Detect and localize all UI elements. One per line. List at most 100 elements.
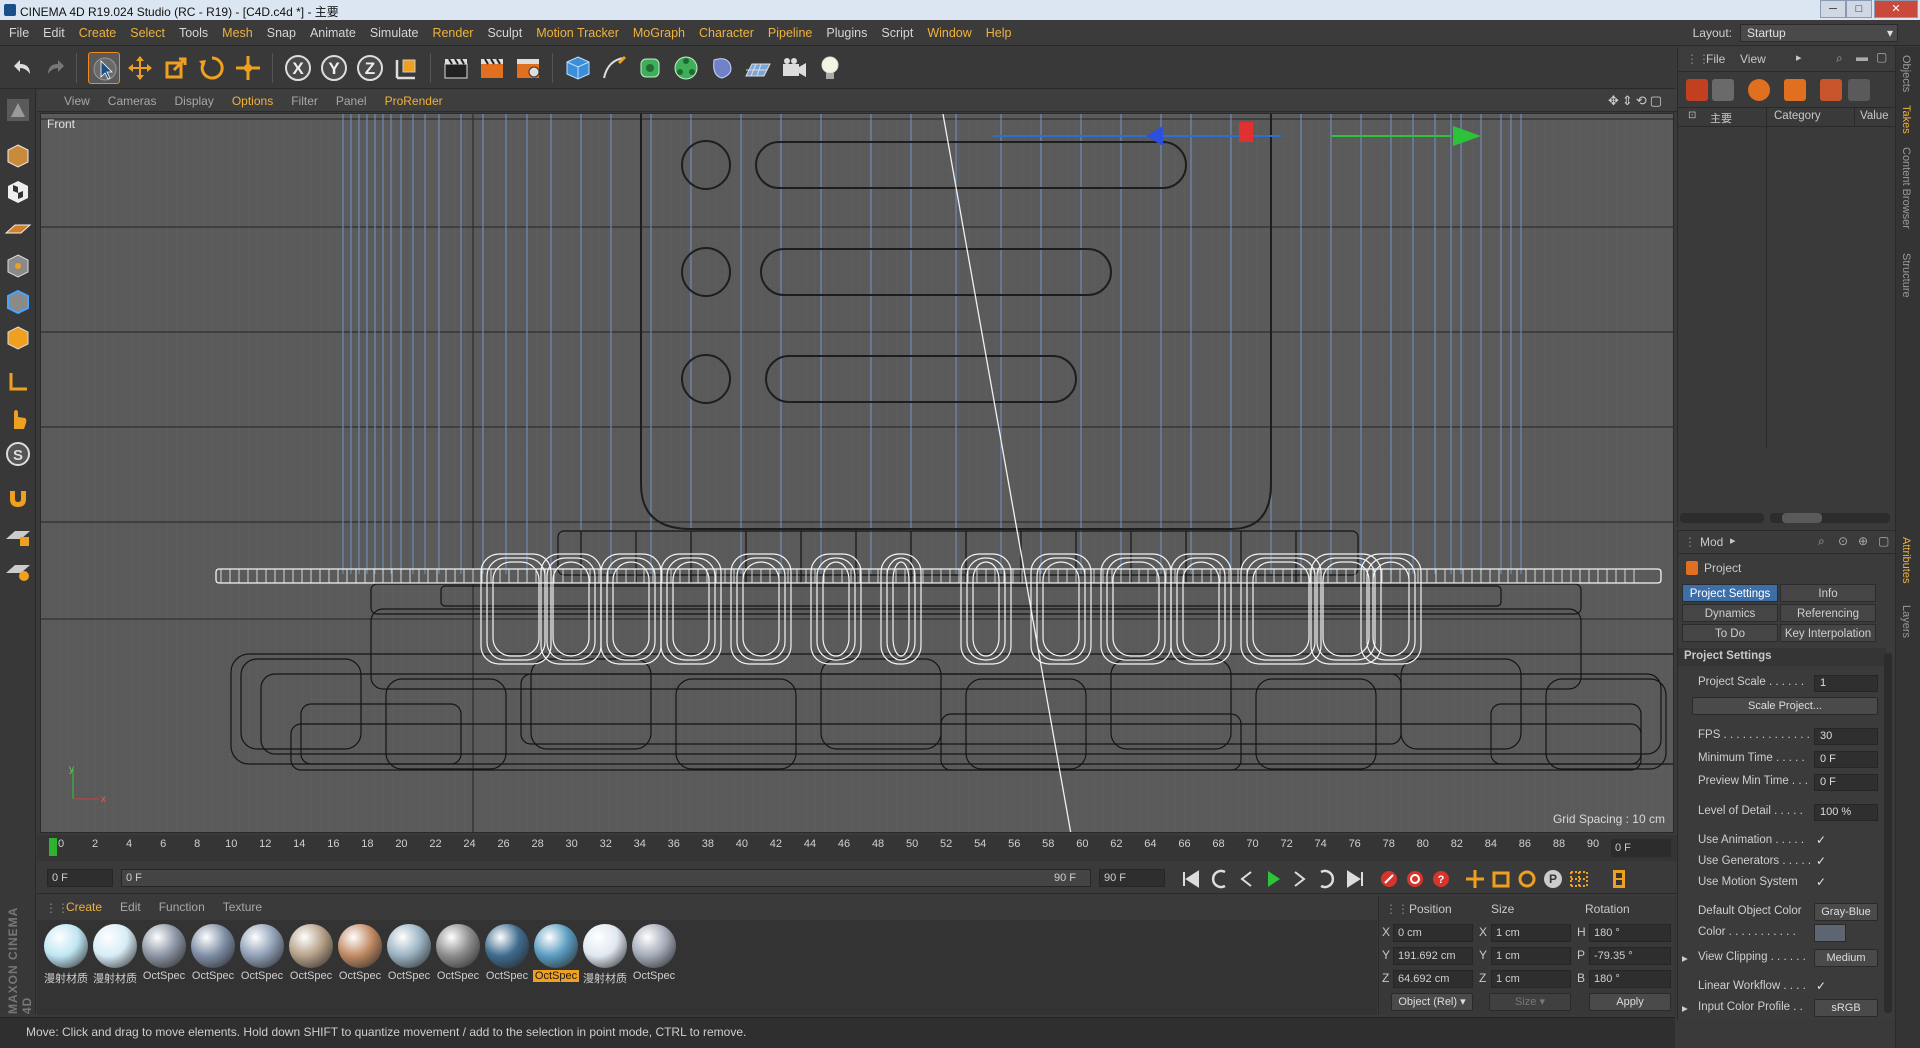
add-nurbs-button[interactable] bbox=[634, 52, 666, 84]
render-picture-viewer-button[interactable] bbox=[476, 52, 508, 84]
points-mode-button[interactable] bbox=[3, 251, 33, 281]
fps-field[interactable]: 30 bbox=[1814, 728, 1878, 745]
preview-range-slider[interactable]: 0 F 90 F bbox=[121, 869, 1091, 887]
expand-arrow-icon[interactable]: ▸ bbox=[1682, 951, 1688, 965]
coordinate-system-button[interactable] bbox=[390, 52, 422, 84]
polygons-mode-button[interactable] bbox=[3, 323, 33, 353]
material-swatch[interactable]: 漫射材质 bbox=[43, 924, 89, 988]
rot-h-field[interactable]: 180 ° bbox=[1589, 924, 1671, 942]
menu-animate[interactable]: Animate bbox=[303, 20, 363, 46]
objmgr-menu-view[interactable]: View bbox=[1740, 52, 1766, 66]
menu-edit[interactable]: Edit bbox=[36, 20, 72, 46]
expand-arrow-icon[interactable]: ▸ bbox=[1682, 1001, 1688, 1015]
add-floor-button[interactable] bbox=[742, 52, 774, 84]
material-swatch[interactable]: OctSpec bbox=[484, 924, 530, 988]
coordinate-mode-dropdown[interactable]: Object (Rel) ▾ bbox=[1391, 993, 1473, 1011]
viewport-menu-cameras[interactable]: Cameras bbox=[99, 90, 166, 112]
menu-motion-tracker[interactable]: Motion Tracker bbox=[529, 20, 626, 46]
menu-character[interactable]: Character bbox=[692, 20, 761, 46]
material-swatch[interactable]: OctSpec bbox=[190, 924, 236, 988]
autokey-button[interactable] bbox=[1403, 868, 1427, 890]
chevron-right-icon[interactable]: ▸ bbox=[1730, 534, 1736, 547]
search-icon[interactable]: ⌕ bbox=[1818, 534, 1825, 549]
end-frame-field[interactable]: 90 F bbox=[1099, 869, 1165, 887]
add-deformer-button[interactable] bbox=[706, 52, 738, 84]
objmgr-menu-file[interactable]: File bbox=[1706, 52, 1725, 66]
menu-simulate[interactable]: Simulate bbox=[363, 20, 426, 46]
next-key-button[interactable] bbox=[1313, 868, 1337, 890]
take-override-icon[interactable] bbox=[1686, 79, 1708, 101]
pos-y-field[interactable]: 191.692 cm bbox=[1393, 947, 1473, 965]
render-settings-button[interactable] bbox=[512, 52, 544, 84]
scrollbar-left[interactable] bbox=[1680, 513, 1764, 523]
apply-button[interactable]: Apply bbox=[1589, 993, 1671, 1011]
menu-mograph[interactable]: MoGraph bbox=[626, 20, 692, 46]
project-scale-field[interactable]: 1 bbox=[1814, 675, 1878, 692]
viewport-nav-icons[interactable]: ✥⇕⟲▢ bbox=[1608, 93, 1665, 109]
viewport-menu-options[interactable]: Options bbox=[223, 90, 282, 112]
lock-y-axis-button[interactable]: Y bbox=[318, 52, 350, 84]
go-to-end-button[interactable] bbox=[1343, 868, 1367, 890]
chevron-right-icon[interactable]: ▸ bbox=[1796, 51, 1802, 64]
record-rotation-button[interactable] bbox=[1515, 868, 1539, 890]
scale-project-button[interactable]: Scale Project... bbox=[1692, 697, 1878, 715]
material-menu-create[interactable]: Create bbox=[57, 896, 111, 918]
lock-z-axis-button[interactable]: Z bbox=[354, 52, 386, 84]
take-lock-icon[interactable] bbox=[1784, 79, 1806, 101]
material-swatch[interactable]: 漫射材质 bbox=[92, 924, 138, 988]
model-mode-button[interactable] bbox=[3, 141, 33, 171]
pos-x-field[interactable]: 0 cm bbox=[1393, 924, 1473, 942]
size-x-field[interactable]: 1 cm bbox=[1491, 924, 1571, 942]
record-pla-button[interactable] bbox=[1567, 868, 1591, 890]
size-mode-dropdown[interactable]: Size ▾ bbox=[1489, 993, 1571, 1011]
viewport-menu-filter[interactable]: Filter bbox=[282, 90, 327, 112]
attr-mode-menu[interactable]: Mod bbox=[1700, 535, 1723, 549]
add-cube-button[interactable] bbox=[562, 52, 594, 84]
default-object-color-dropdown[interactable]: Gray-Blue bbox=[1814, 903, 1878, 921]
new-panel-icon[interactable]: ⊕ bbox=[1858, 534, 1868, 548]
size-z-field[interactable]: 1 cm bbox=[1491, 970, 1571, 988]
start-frame-field[interactable]: 0 F bbox=[47, 869, 113, 887]
viewport-front[interactable]: Front y x Grid Spacing : 10 cm bbox=[40, 113, 1674, 833]
workplane-lock-button[interactable] bbox=[3, 521, 33, 551]
menu-pipeline[interactable]: Pipeline bbox=[761, 20, 819, 46]
use-animation-checkbox[interactable]: ✓ bbox=[1816, 833, 1826, 847]
viewport-menu-view[interactable]: View bbox=[55, 90, 99, 112]
go-to-start-button[interactable] bbox=[1179, 868, 1203, 890]
make-editable-button[interactable] bbox=[3, 95, 33, 125]
pos-z-field[interactable]: 64.692 cm bbox=[1393, 970, 1473, 988]
use-generators-checkbox[interactable]: ✓ bbox=[1816, 854, 1826, 868]
material-swatch[interactable]: OctSpec bbox=[141, 924, 187, 988]
snapping-button[interactable] bbox=[3, 483, 33, 513]
menu-window[interactable]: Window bbox=[920, 20, 978, 46]
size-y-field[interactable]: 1 cm bbox=[1491, 947, 1571, 965]
take-record-icon[interactable] bbox=[1748, 79, 1770, 101]
menu-help[interactable]: Help bbox=[979, 20, 1019, 46]
rotate-tool-button[interactable] bbox=[196, 52, 228, 84]
timeline-ruler[interactable]: 0 2 4 6 8 10 12 14 16 18 20 22 24 26 28 30 32 34 36 38 40 42 4… bbox=[37, 835, 1677, 861]
linear-workflow-checkbox[interactable]: ✓ bbox=[1816, 979, 1826, 993]
side-tab-takes[interactable]: Takes bbox=[1900, 105, 1912, 134]
lock-icon[interactable]: ⊙ bbox=[1838, 534, 1848, 548]
menu-sculpt[interactable]: Sculpt bbox=[480, 20, 529, 46]
play-button[interactable] bbox=[1261, 868, 1285, 890]
add-spline-button[interactable] bbox=[598, 52, 630, 84]
previous-key-button[interactable] bbox=[1209, 868, 1233, 890]
menu-mesh[interactable]: Mesh bbox=[215, 20, 260, 46]
maximize-button[interactable]: □ bbox=[1846, 0, 1872, 18]
lock-x-axis-button[interactable]: X bbox=[282, 52, 314, 84]
search-icon[interactable]: ⌕ bbox=[1836, 51, 1843, 66]
scrollbar-right[interactable] bbox=[1770, 513, 1890, 523]
tab-info[interactable]: Info bbox=[1780, 584, 1876, 602]
layout-select[interactable]: Startup ▾ bbox=[1740, 24, 1898, 42]
viewport-menu-display[interactable]: Display bbox=[165, 90, 222, 112]
input-color-profile-dropdown[interactable]: sRGB bbox=[1814, 999, 1878, 1017]
view-clipping-dropdown[interactable]: Medium bbox=[1814, 949, 1878, 967]
level-of-detail-field[interactable]: 100 % bbox=[1814, 804, 1878, 821]
menu-snap[interactable]: Snap bbox=[260, 20, 303, 46]
take-new-icon[interactable] bbox=[1712, 79, 1734, 101]
previous-frame-button[interactable] bbox=[1235, 868, 1259, 890]
material-menu-edit[interactable]: Edit bbox=[111, 896, 150, 918]
next-frame-button[interactable] bbox=[1287, 868, 1311, 890]
material-swatch[interactable]: OctSpec bbox=[239, 924, 285, 988]
